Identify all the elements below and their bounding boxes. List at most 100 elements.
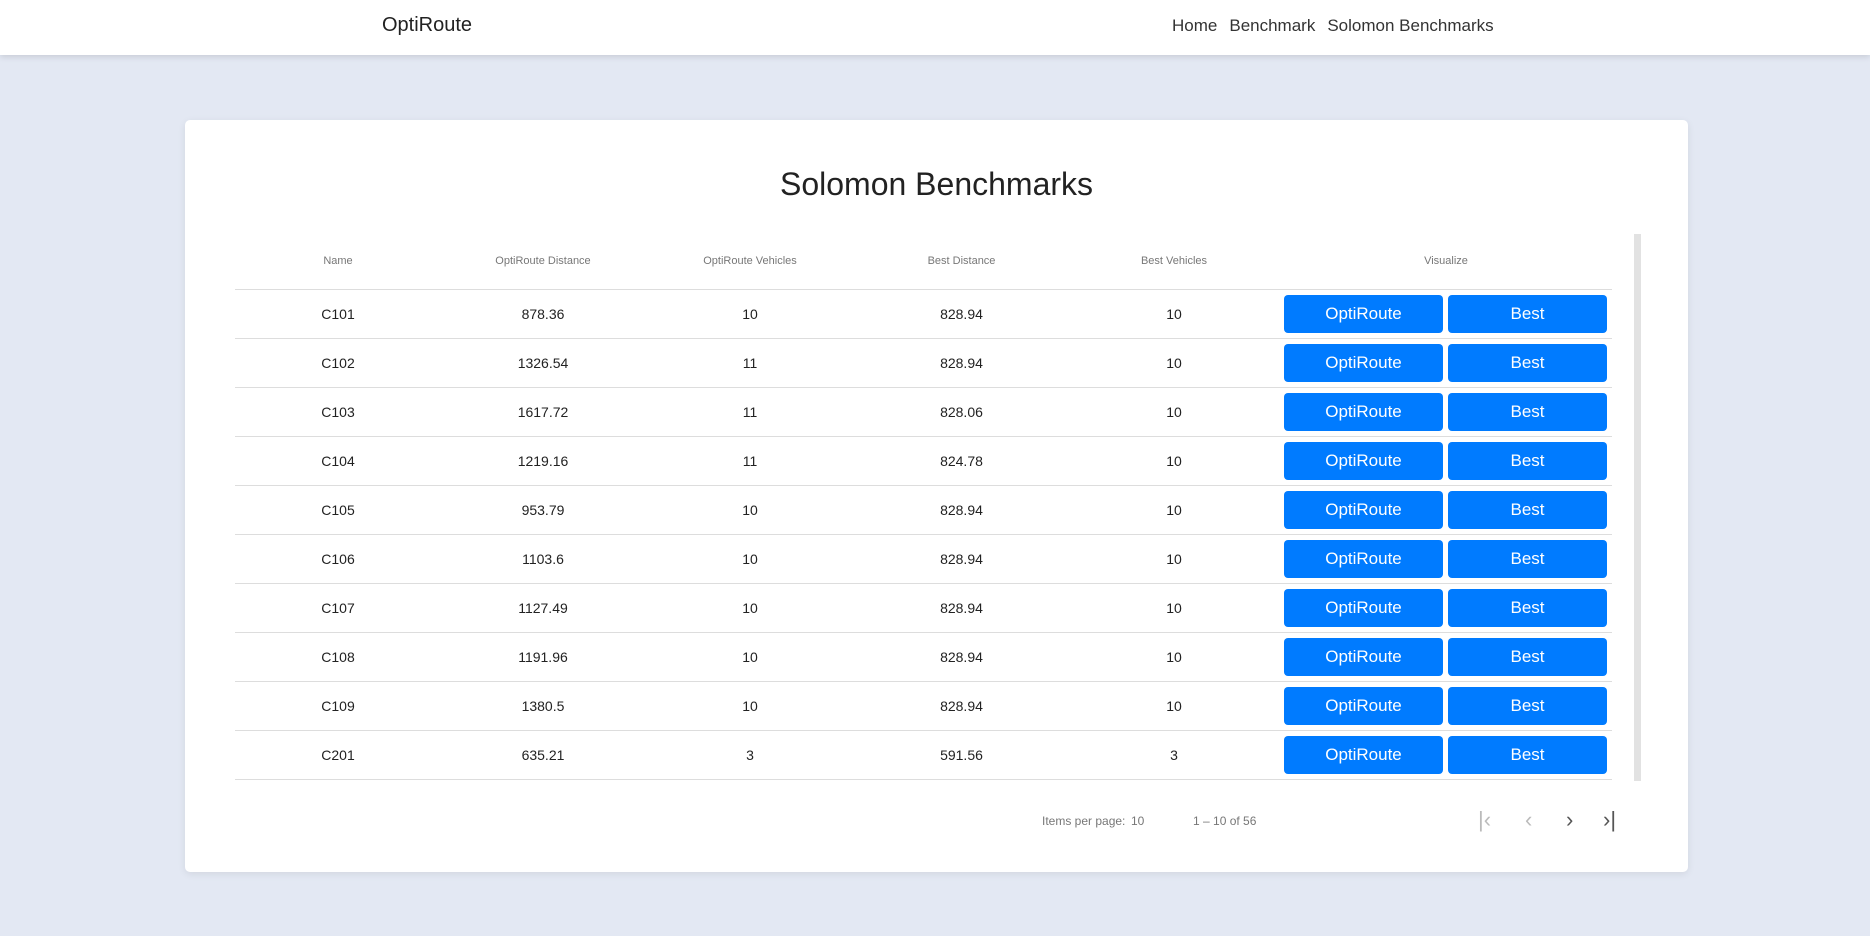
cell-best-distance: 591.56 xyxy=(855,730,1068,780)
visualize-optiroute-button[interactable]: OptiRoute xyxy=(1284,588,1443,627)
cell-name: C105 xyxy=(235,485,441,535)
cell-visualize: OptiRoute Best xyxy=(1280,583,1612,633)
visualize-best-button[interactable]: Best xyxy=(1448,294,1607,333)
items-per-page-label: Items per page: xyxy=(1042,814,1126,828)
cell-visualize: OptiRoute Best xyxy=(1280,681,1612,731)
navbar: OptiRoute Home Benchmark Solomon Benchma… xyxy=(0,0,1870,55)
last-page-icon[interactable]: ›| xyxy=(1603,807,1616,833)
column-header-optiroute-vehicles[interactable]: OptiRoute Vehicles xyxy=(645,234,855,290)
table-row: C105 953.79 10 828.94 10 OptiRoute Best xyxy=(235,485,1612,535)
cell-best-vehicles: 10 xyxy=(1068,681,1280,731)
table-row: C107 1127.49 10 828.94 10 OptiRoute Best xyxy=(235,583,1612,633)
visualize-optiroute-button[interactable]: OptiRoute xyxy=(1284,392,1443,431)
cell-visualize: OptiRoute Best xyxy=(1280,436,1612,486)
column-header-optiroute-distance[interactable]: OptiRoute Distance xyxy=(441,234,645,290)
table-row: C102 1326.54 11 828.94 10 OptiRoute Best xyxy=(235,338,1612,388)
visualize-best-button[interactable]: Best xyxy=(1448,588,1607,627)
table-container: Name OptiRoute Distance OptiRoute Vehicles… xyxy=(235,234,1641,781)
cell-best-distance: 828.94 xyxy=(855,338,1068,388)
visualize-best-button[interactable]: Best xyxy=(1448,392,1607,431)
table-row: C106 1103.6 10 828.94 10 OptiRoute Best xyxy=(235,534,1612,584)
cell-best-distance: 828.94 xyxy=(855,632,1068,682)
visualize-best-button[interactable]: Best xyxy=(1448,686,1607,725)
cell-optiroute-vehicles: 11 xyxy=(645,436,855,486)
visualize-best-button[interactable]: Best xyxy=(1448,343,1607,382)
cell-name: C104 xyxy=(235,436,441,486)
cell-best-vehicles: 10 xyxy=(1068,436,1280,486)
cell-optiroute-distance: 1191.96 xyxy=(441,632,645,682)
nav-home[interactable]: Home xyxy=(1172,16,1217,36)
cell-visualize: OptiRoute Best xyxy=(1280,338,1612,388)
cell-optiroute-distance: 953.79 xyxy=(441,485,645,535)
cell-best-distance: 828.94 xyxy=(855,289,1068,339)
next-page-icon[interactable]: › xyxy=(1566,807,1573,833)
column-header-name[interactable]: Name xyxy=(235,234,441,290)
cell-optiroute-vehicles: 10 xyxy=(645,289,855,339)
cell-optiroute-distance: 1103.6 xyxy=(441,534,645,584)
cell-name: C102 xyxy=(235,338,441,388)
visualize-optiroute-button[interactable]: OptiRoute xyxy=(1284,637,1443,676)
cell-name: C201 xyxy=(235,730,441,780)
cell-optiroute-distance: 1617.72 xyxy=(441,387,645,437)
visualize-optiroute-button[interactable]: OptiRoute xyxy=(1284,441,1443,480)
visualize-optiroute-button[interactable]: OptiRoute xyxy=(1284,539,1443,578)
cell-optiroute-distance: 1326.54 xyxy=(441,338,645,388)
visualize-optiroute-button[interactable]: OptiRoute xyxy=(1284,294,1443,333)
table-row: C103 1617.72 11 828.06 10 OptiRoute Best xyxy=(235,387,1612,437)
cell-best-distance: 828.94 xyxy=(855,485,1068,535)
cell-visualize: OptiRoute Best xyxy=(1280,289,1612,339)
benchmarks-table: Name OptiRoute Distance OptiRoute Vehicles… xyxy=(235,234,1612,780)
cell-best-distance: 824.78 xyxy=(855,436,1068,486)
cell-name: C103 xyxy=(235,387,441,437)
cell-name: C107 xyxy=(235,583,441,633)
cell-best-distance: 828.94 xyxy=(855,534,1068,584)
table-row: C108 1191.96 10 828.94 10 OptiRoute Best xyxy=(235,632,1612,682)
table-row: C104 1219.16 11 824.78 10 OptiRoute Best xyxy=(235,436,1612,486)
items-per-page-select[interactable]: 10 xyxy=(1131,814,1144,828)
cell-best-vehicles: 10 xyxy=(1068,485,1280,535)
cell-name: C101 xyxy=(235,289,441,339)
previous-page-icon[interactable]: ‹ xyxy=(1525,807,1532,833)
cell-name: C109 xyxy=(235,681,441,731)
nav-benchmark[interactable]: Benchmark xyxy=(1229,16,1315,36)
cell-visualize: OptiRoute Best xyxy=(1280,632,1612,682)
visualize-best-button[interactable]: Best xyxy=(1448,637,1607,676)
cell-name: C106 xyxy=(235,534,441,584)
visualize-best-button[interactable]: Best xyxy=(1448,490,1607,529)
visualize-optiroute-button[interactable]: OptiRoute xyxy=(1284,343,1443,382)
cell-optiroute-distance: 1380.5 xyxy=(441,681,645,731)
vertical-scrollbar[interactable] xyxy=(1634,234,1641,781)
cell-optiroute-distance: 635.21 xyxy=(441,730,645,780)
cell-best-vehicles: 10 xyxy=(1068,583,1280,633)
cell-visualize: OptiRoute Best xyxy=(1280,485,1612,535)
visualize-best-button[interactable]: Best xyxy=(1448,441,1607,480)
column-header-best-vehicles[interactable]: Best Vehicles xyxy=(1068,234,1280,290)
column-header-best-distance[interactable]: Best Distance xyxy=(855,234,1068,290)
visualize-best-button[interactable]: Best xyxy=(1448,735,1607,774)
cell-best-vehicles: 10 xyxy=(1068,387,1280,437)
visualize-optiroute-button[interactable]: OptiRoute xyxy=(1284,735,1443,774)
brand-logo[interactable]: OptiRoute xyxy=(382,14,472,37)
cell-best-vehicles: 10 xyxy=(1068,289,1280,339)
cell-optiroute-vehicles: 11 xyxy=(645,338,855,388)
benchmarks-card: Solomon Benchmarks Name OptiRoute Distanc… xyxy=(185,120,1688,872)
cell-best-vehicles: 3 xyxy=(1068,730,1280,780)
cell-optiroute-distance: 1219.16 xyxy=(441,436,645,486)
cell-optiroute-vehicles: 10 xyxy=(645,583,855,633)
nav-solomon-benchmarks[interactable]: Solomon Benchmarks xyxy=(1327,16,1493,36)
cell-visualize: OptiRoute Best xyxy=(1280,387,1612,437)
cell-visualize: OptiRoute Best xyxy=(1280,534,1612,584)
table-row: C201 635.21 3 591.56 3 OptiRoute Best xyxy=(235,730,1612,780)
cell-best-distance: 828.94 xyxy=(855,583,1068,633)
column-header-visualize[interactable]: Visualize xyxy=(1280,234,1612,290)
cell-optiroute-distance: 1127.49 xyxy=(441,583,645,633)
first-page-icon[interactable]: |‹ xyxy=(1478,807,1491,833)
cell-optiroute-vehicles: 10 xyxy=(645,534,855,584)
visualize-best-button[interactable]: Best xyxy=(1448,539,1607,578)
cell-best-distance: 828.06 xyxy=(855,387,1068,437)
table-row: C109 1380.5 10 828.94 10 OptiRoute Best xyxy=(235,681,1612,731)
visualize-optiroute-button[interactable]: OptiRoute xyxy=(1284,490,1443,529)
cell-optiroute-vehicles: 10 xyxy=(645,632,855,682)
visualize-optiroute-button[interactable]: OptiRoute xyxy=(1284,686,1443,725)
cell-optiroute-vehicles: 10 xyxy=(645,681,855,731)
